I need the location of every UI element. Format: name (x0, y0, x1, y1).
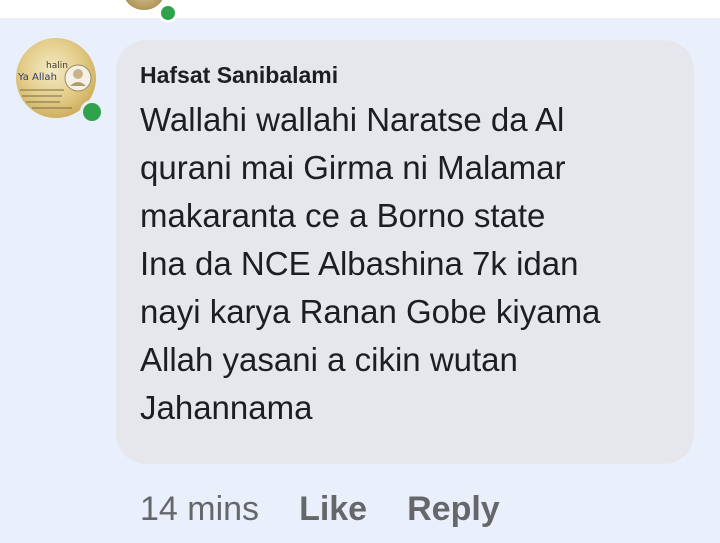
online-indicator (80, 100, 104, 124)
previous-online-indicator (158, 3, 178, 23)
comment-text: Wallahi wallahi Naratse da Al qurani mai… (140, 101, 601, 426)
comment-actions: 14 mins Like Reply (140, 486, 500, 532)
avatar-text-line1: halin (46, 61, 68, 71)
previous-comment-strip (0, 0, 720, 18)
like-button[interactable]: Like (299, 490, 367, 529)
comment-timestamp[interactable]: 14 mins (140, 490, 259, 529)
comment-author[interactable]: Hafsat Sanibalami (140, 60, 670, 90)
comment-bubble: Hafsat Sanibalami Wallahi wallahi Narats… (116, 40, 694, 464)
avatar-text-line2: Ya Allah (17, 72, 57, 83)
reply-button[interactable]: Reply (407, 490, 500, 529)
